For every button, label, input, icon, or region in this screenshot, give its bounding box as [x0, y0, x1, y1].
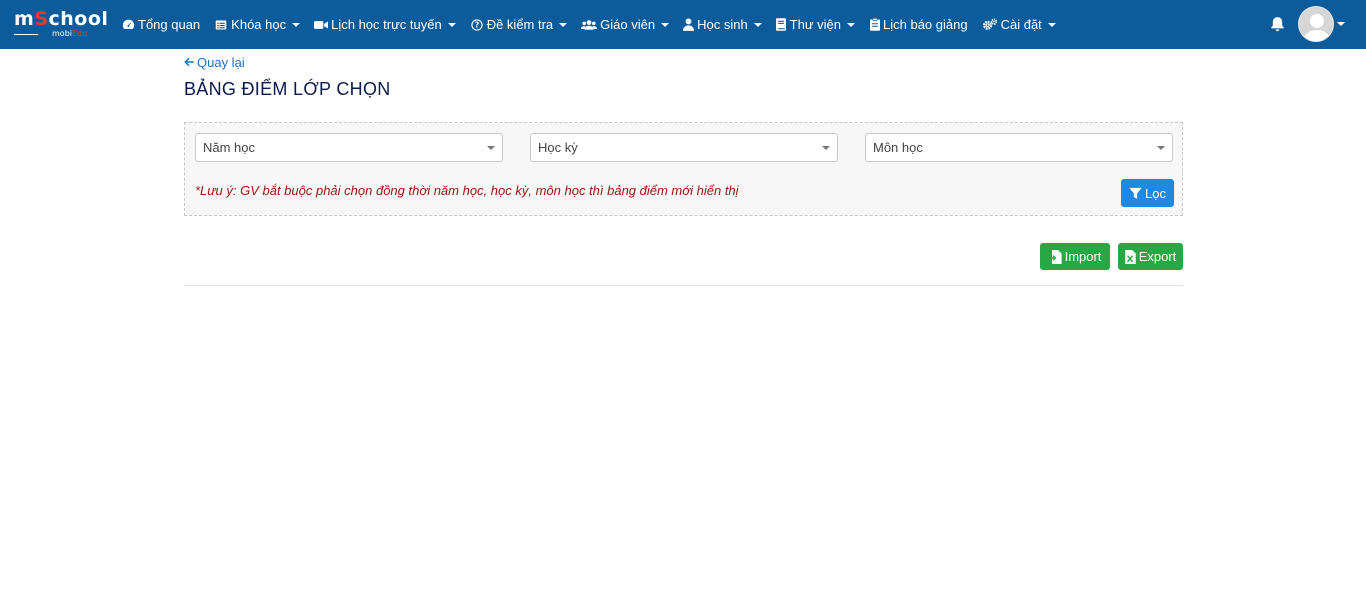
- nav-item-cai-dat[interactable]: Cài đặt: [982, 0, 1056, 49]
- nav-label: Lịch báo giảng: [883, 17, 968, 32]
- chevron-down-icon: [292, 22, 301, 27]
- file-import-icon: [1048, 249, 1062, 264]
- chevron-down-icon: [559, 22, 568, 27]
- logo-wordmark: mSchool: [14, 8, 109, 30]
- filter-button-label: Lọc: [1145, 185, 1166, 201]
- export-button[interactable]: Export: [1118, 243, 1183, 270]
- video-icon: [314, 18, 329, 32]
- logo-subtitle: mobiEdu: [52, 29, 88, 38]
- clipboard-icon: [869, 18, 880, 32]
- nav-item-khoa-hoc[interactable]: Khóa học: [214, 0, 301, 49]
- semester-select[interactable]: Học kỳ: [530, 133, 838, 162]
- nav-label: Đề kiểm tra: [486, 17, 554, 32]
- chevron-down-icon: [661, 22, 670, 27]
- page-title: BẢNG ĐIỂM LỚP CHỌN: [184, 79, 391, 99]
- main-menu: Tổng quan Khóa học Lịch học trực tuyến ?…: [121, 0, 1070, 49]
- avatar-dropdown-caret-icon[interactable]: [1337, 22, 1345, 26]
- nav-label: Giáo viên: [600, 17, 656, 32]
- back-link[interactable]: Quay lại: [184, 55, 245, 70]
- chevron-down-icon: [847, 22, 856, 27]
- export-label: Export: [1138, 249, 1177, 264]
- nav-item-thu-vien[interactable]: Thư viện: [776, 0, 856, 49]
- nav-label: Cài đặt: [1000, 17, 1042, 32]
- nav-label: Thư viện: [789, 17, 842, 32]
- chevron-down-icon: [753, 22, 762, 27]
- top-navbar: mSchool mobiEdu Tổng quan Khóa học Lịch …: [0, 0, 1366, 49]
- subject-select[interactable]: Môn học: [865, 133, 1173, 162]
- import-button[interactable]: Import: [1040, 243, 1110, 270]
- chevron-down-icon: [1157, 146, 1165, 150]
- user-icon: [683, 18, 695, 32]
- semester-placeholder: Học kỳ: [538, 140, 578, 155]
- chevron-down-icon: [1047, 22, 1056, 27]
- file-excel-icon: [1124, 249, 1136, 264]
- nav-item-lich-bao-giang[interactable]: Lịch báo giảng: [869, 0, 968, 49]
- list-icon: [214, 18, 228, 32]
- back-label: Quay lại: [197, 55, 245, 70]
- cogs-icon: [982, 18, 998, 32]
- import-label: Import: [1064, 249, 1102, 264]
- notification-bell-icon[interactable]: [1270, 16, 1286, 32]
- book-icon: [776, 18, 787, 32]
- nav-item-lich-hoc-truc-tuyen[interactable]: Lịch học trực tuyến: [314, 0, 456, 49]
- nav-item-giao-vien[interactable]: Giáo viên: [581, 0, 670, 49]
- nav-label: Lịch học trực tuyến: [331, 17, 442, 32]
- school-year-placeholder: Năm học: [203, 140, 256, 155]
- nav-label: Học sinh: [697, 17, 748, 32]
- question-icon: ?: [470, 18, 484, 32]
- content-divider: [184, 285, 1183, 286]
- chevron-down-icon: [447, 22, 456, 27]
- mschool-logo[interactable]: mSchool mobiEdu: [14, 8, 110, 40]
- user-avatar[interactable]: [1298, 6, 1334, 42]
- filter-icon: [1129, 187, 1142, 199]
- subject-placeholder: Môn học: [873, 140, 923, 155]
- nav-item-hoc-sinh[interactable]: Học sinh: [683, 0, 762, 49]
- chevron-down-icon: [487, 146, 495, 150]
- filter-button[interactable]: Lọc: [1121, 179, 1174, 207]
- nav-label: Tổng quan: [138, 17, 201, 32]
- nav-item-de-kiem-tra[interactable]: ? Đề kiểm tra: [470, 0, 568, 49]
- users-icon: [581, 18, 598, 32]
- nav-label: Khóa học: [231, 17, 287, 32]
- filter-panel: Năm học Học kỳ Môn học *Lưu ý: GV bắt bu…: [184, 122, 1183, 216]
- filter-note: *Lưu ý: GV bắt buộc phải chọn đồng thời …: [195, 183, 739, 198]
- svg-text:?: ?: [475, 20, 479, 29]
- arrow-left-icon: [184, 56, 194, 70]
- nav-item-tong-quan[interactable]: Tổng quan: [121, 0, 200, 49]
- chevron-down-icon: [822, 146, 830, 150]
- school-year-select[interactable]: Năm học: [195, 133, 503, 162]
- logo-underline: [14, 34, 38, 35]
- dashboard-icon: [121, 18, 135, 32]
